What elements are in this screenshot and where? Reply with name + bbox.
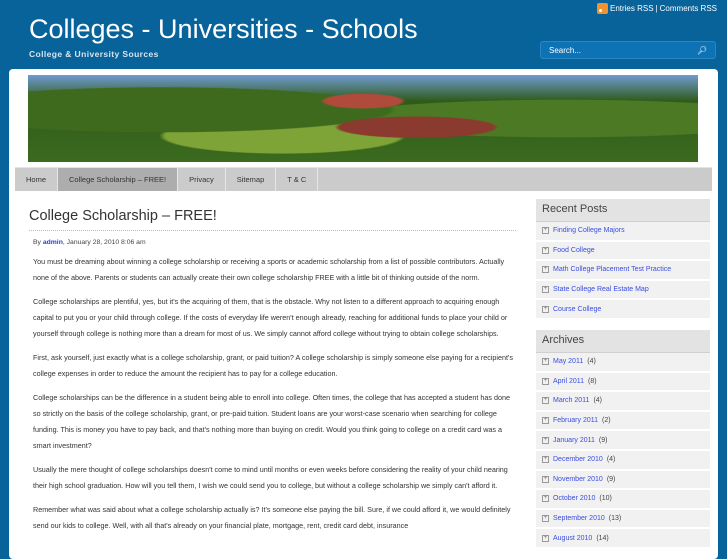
main-nav: Home College Scholarship – FREE! Privacy… — [15, 167, 712, 191]
plus-icon: + — [542, 417, 549, 425]
post-meta: By admin, January 28, 2010 8:06 am — [33, 239, 516, 246]
recent-posts-title: Recent Posts — [536, 199, 710, 222]
rss-separator: | — [655, 4, 658, 13]
post: College Scholarship – FREE! By admin, Ja… — [29, 208, 516, 534]
archive-count: (10) — [599, 495, 612, 503]
recent-post-link[interactable]: Math College Placement Test Practice — [553, 266, 671, 273]
list-item: + May 2011 (4) — [536, 352, 710, 373]
list-item: + March 2011 (4) — [536, 392, 710, 412]
list-item: + January 2011 (9) — [536, 431, 710, 451]
nav-home[interactable]: Home — [15, 168, 59, 191]
header-banner-image — [28, 75, 698, 162]
recent-post-link[interactable]: Course College — [553, 306, 601, 313]
list-item: + October 2010 (10) — [536, 490, 710, 510]
search-icon[interactable]: 🔎︎ — [697, 46, 707, 55]
archive-count: (13) — [608, 515, 622, 523]
recent-post-link[interactable]: State College Real Estate Map — [553, 286, 649, 293]
plus-icon: + — [542, 305, 549, 313]
archive-link[interactable]: October 2010 — [553, 495, 595, 502]
list-item: + November 2010 (9) — [536, 470, 710, 491]
archive-link[interactable]: May 2011 — [553, 358, 583, 365]
comments-rss-link[interactable]: Comments RSS — [660, 4, 717, 13]
archive-link[interactable]: January 2011 — [553, 437, 595, 444]
list-item: + State College Real Estate Map — [536, 280, 710, 301]
search-placeholder: Search... — [549, 46, 582, 55]
recent-post-link[interactable]: Finding College Majors — [553, 227, 625, 234]
rss-links: Entries RSS | Comments RSS — [596, 3, 717, 14]
plus-icon: + — [542, 515, 549, 523]
archive-count: (8) — [588, 377, 597, 385]
archive-count: (4) — [593, 397, 603, 405]
search-input[interactable]: Search... 🔎︎ — [540, 41, 716, 59]
recent-posts-list: + Finding College Majors + Food College + M… — [536, 222, 710, 320]
paragraph: Usually the mere thought of college scho… — [33, 465, 508, 490]
archive-count: (9) — [598, 436, 608, 444]
archive-link[interactable]: March 2011 — [553, 397, 589, 404]
plus-icon: + — [542, 246, 549, 254]
list-item: + Math College Placement Test Practice — [536, 261, 710, 281]
nav-tc[interactable]: T & C — [276, 168, 319, 191]
list-item: + August 2010 (14) — [536, 529, 710, 549]
plus-icon: + — [542, 358, 549, 366]
paragraph: Remember what was said about what a coll… — [33, 505, 511, 530]
list-item: + December 2010 (4) — [536, 450, 710, 471]
list-item: + September 2010 (13) — [536, 509, 710, 530]
plus-icon: + — [542, 377, 549, 385]
archive-count: (9) — [606, 475, 616, 483]
plus-icon: + — [542, 227, 549, 235]
paragraph: College scholarships can be the differen… — [33, 393, 510, 450]
archive-link[interactable]: April 2011 — [553, 378, 584, 385]
archive-count: (2) — [602, 417, 611, 425]
site-tagline: College & University Sources — [29, 49, 159, 59]
archive-link[interactable]: December 2010 — [553, 456, 603, 463]
nav-privacy[interactable]: Privacy — [178, 168, 226, 191]
archives-list: + May 2011 (4) + April 2011 (8) + March 2011 (4)… — [536, 352, 710, 549]
author-link[interactable]: admin — [43, 239, 63, 246]
plus-icon: + — [542, 475, 549, 483]
sidebar: Recent Posts + Finding College Majors + Fo… — [536, 199, 710, 549]
plus-icon: + — [542, 436, 549, 444]
plus-icon: + — [542, 397, 549, 405]
archive-link[interactable]: September 2010 — [553, 515, 605, 522]
list-item: + April 2011 (8) — [536, 372, 710, 393]
plus-icon: + — [542, 266, 549, 274]
plus-icon: + — [542, 534, 549, 542]
paragraph: First, ask yourself, just exactly what i… — [33, 353, 513, 378]
nav-sitemap[interactable]: Sitemap — [226, 168, 277, 191]
nav-college-scholarship[interactable]: College Scholarship – FREE! — [58, 168, 179, 191]
list-item: + Course College — [536, 300, 710, 320]
rss-icon — [596, 3, 608, 14]
archive-count: (4) — [587, 358, 596, 366]
paragraph: You must be dreaming about winning a col… — [33, 257, 505, 282]
post-body: You must be dreaming about winning a col… — [29, 254, 516, 534]
list-item: + Food College — [536, 241, 710, 262]
recent-post-link[interactable]: Food College — [553, 247, 595, 254]
archive-link[interactable]: August 2010 — [553, 535, 592, 542]
archive-link[interactable]: February 2011 — [553, 417, 598, 424]
plus-icon: + — [542, 286, 549, 294]
site-title[interactable]: Colleges - Universities - Schools — [29, 14, 418, 45]
list-item: + February 2011 (2) — [536, 411, 710, 432]
plus-icon: + — [542, 456, 549, 464]
list-item: + Finding College Majors — [536, 222, 710, 242]
by-label: By — [33, 239, 41, 246]
paragraph: College scholarships are plentiful, yes,… — [33, 297, 508, 338]
content-panel: Home College Scholarship – FREE! Privacy… — [9, 69, 718, 559]
archive-count: (14) — [596, 534, 609, 542]
entries-rss-link[interactable]: Entries RSS — [610, 4, 654, 13]
plus-icon: + — [542, 495, 549, 503]
post-title[interactable]: College Scholarship – FREE! — [29, 208, 516, 231]
post-date: , January 28, 2010 8:06 am — [62, 239, 146, 246]
archive-link[interactable]: November 2010 — [553, 476, 603, 483]
archives-title: Archives — [536, 329, 710, 353]
archive-count: (4) — [606, 456, 616, 464]
